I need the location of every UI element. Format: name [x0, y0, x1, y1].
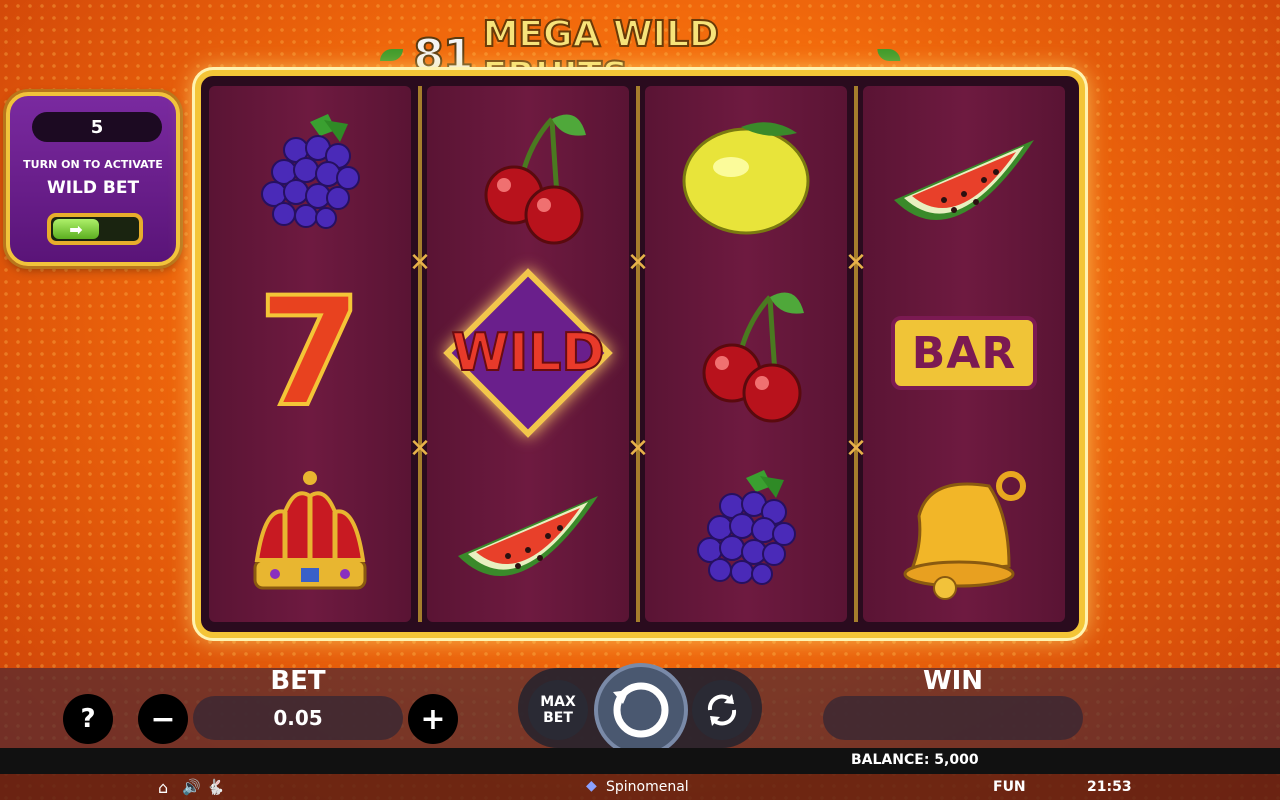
- reel-divider: [418, 86, 422, 622]
- minus-icon: −: [150, 701, 176, 737]
- leaf-right-icon: [876, 49, 900, 61]
- wild-bet-count: 5: [32, 112, 162, 142]
- bar-symbol: BAR: [863, 264, 1065, 442]
- home-icon[interactable]: ⌂: [158, 778, 168, 797]
- lemon-symbol: [645, 86, 847, 264]
- bet-value-display: 0.05: [193, 696, 403, 740]
- watermelon-symbol: [863, 86, 1065, 264]
- info-bar: BALANCE: 5,000: [0, 748, 1280, 774]
- win-value-display: [823, 696, 1083, 740]
- mode-label: FUN: [993, 779, 1026, 795]
- wild-bet-hint: TURN ON TO ACTIVATE: [23, 158, 163, 171]
- sound-icon[interactable]: 🔊: [182, 778, 201, 796]
- reel-divider: [636, 86, 640, 622]
- bell-symbol: [863, 442, 1065, 620]
- crown-symbol: [209, 442, 411, 620]
- wild-text: WILD: [450, 322, 605, 384]
- max-bet-button[interactable]: MAX BET: [528, 680, 588, 740]
- cherries-symbol: [645, 264, 847, 442]
- bet-title: BET: [270, 666, 326, 696]
- grapes-symbol: [209, 86, 411, 264]
- decrease-bet-button[interactable]: −: [138, 694, 188, 744]
- increase-bet-button[interactable]: +: [408, 694, 458, 744]
- autoplay-icon: [707, 694, 737, 726]
- wild-bet-toggle[interactable]: ➡: [47, 213, 143, 245]
- watermelon-symbol: [427, 442, 629, 620]
- spin-icon: [613, 682, 669, 738]
- help-button[interactable]: ?: [63, 694, 113, 744]
- win-title: WIN: [922, 666, 984, 696]
- speed-icon[interactable]: 🐇: [206, 778, 225, 796]
- spin-button[interactable]: [594, 663, 688, 757]
- wild-symbol: WILD: [427, 264, 629, 442]
- reels-frame: ✕ ✕ ✕ ✕ ✕ ✕ 7 WILD BAR: [195, 70, 1085, 638]
- leaf-left-icon: [380, 49, 404, 61]
- seven-text: 7: [256, 266, 364, 440]
- help-icon: ?: [80, 704, 96, 734]
- balance-text: BALANCE: 5,000: [851, 752, 979, 768]
- spinomenal-logo-icon: ◆: [586, 778, 597, 794]
- cherries-symbol: [427, 86, 629, 264]
- arrow-right-icon: ➡: [53, 219, 99, 239]
- wild-bet-label: WILD BET: [46, 178, 140, 198]
- clock: 21:53: [1087, 779, 1132, 795]
- brand-name: Spinomenal: [606, 779, 689, 795]
- grapes-symbol: [645, 442, 847, 620]
- autoplay-button[interactable]: [692, 680, 752, 740]
- reel-divider: [854, 86, 858, 622]
- footer-bar: ⌂ 🔊 🐇 ◆ Spinomenal FUN 21:53: [0, 774, 1280, 800]
- max-bet-label-line1: MAX: [540, 694, 576, 710]
- wild-bet-panel: 5 TURN ON TO ACTIVATE WILD BET ➡: [6, 92, 180, 266]
- seven-symbol: 7: [209, 264, 411, 442]
- max-bet-label-line2: BET: [543, 710, 573, 726]
- bar-text: BAR: [911, 327, 1017, 379]
- plus-icon: +: [420, 701, 446, 737]
